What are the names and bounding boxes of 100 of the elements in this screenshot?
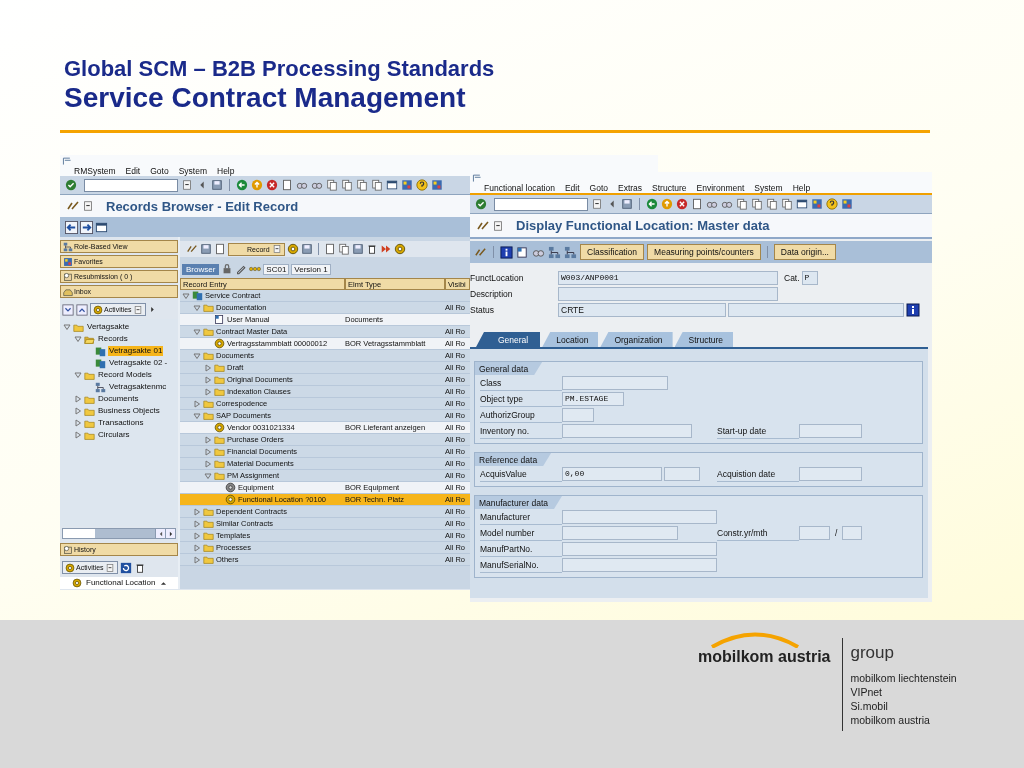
dropdown-icon[interactable] (591, 198, 603, 210)
tree-item[interactable]: Records (97, 334, 129, 344)
page-icon[interactable] (691, 198, 703, 210)
dropdown-icon[interactable] (492, 219, 504, 232)
page-icon[interactable] (323, 243, 336, 255)
gear-icon[interactable] (286, 243, 299, 255)
menu-item[interactable]: Structure (652, 183, 687, 194)
input-field[interactable] (558, 286, 778, 301)
menu-item[interactable]: System (754, 183, 783, 194)
menu-icon[interactable] (472, 173, 482, 183)
gear-icon[interactable] (393, 243, 406, 255)
input-field[interactable] (562, 408, 594, 422)
menu-item[interactable]: System (178, 166, 207, 177)
expander-icon[interactable] (182, 291, 190, 300)
input-field[interactable] (799, 424, 862, 438)
forward-icon[interactable] (379, 243, 392, 255)
expander-icon[interactable] (193, 327, 201, 336)
input-field[interactable] (562, 376, 668, 390)
grid-icon[interactable] (841, 198, 853, 210)
menu-item[interactable]: Help (217, 166, 235, 177)
expander-icon[interactable] (74, 371, 82, 379)
menu-item[interactable]: RMSystem (74, 166, 116, 177)
info-icon[interactable] (500, 245, 513, 259)
expander-icon[interactable] (74, 419, 82, 427)
expand-icon[interactable] (62, 303, 74, 316)
menu-item[interactable]: Extras (618, 183, 643, 194)
tree-item[interactable]: Vetragsaktenmc (108, 382, 168, 392)
menu-item[interactable]: Environment (696, 183, 745, 194)
save-icon[interactable] (351, 243, 364, 255)
expander-icon[interactable] (204, 435, 212, 444)
toolbar-button[interactable]: Measuring points/counters (647, 244, 761, 260)
pencil-icon[interactable] (235, 263, 248, 275)
dropdown-icon[interactable] (181, 179, 193, 191)
input-field[interactable] (728, 302, 904, 317)
input-field[interactable] (562, 542, 717, 556)
grid-icon[interactable] (431, 179, 443, 191)
page-icon[interactable] (281, 179, 293, 191)
help-icon[interactable] (826, 198, 838, 210)
input-field[interactable] (562, 510, 717, 524)
input-field[interactable] (799, 467, 862, 481)
input-field[interactable] (562, 558, 717, 572)
expander-icon[interactable] (204, 375, 212, 384)
pages-icon[interactable] (766, 198, 778, 210)
tab[interactable]: General (476, 332, 541, 347)
window-icon[interactable] (95, 220, 108, 234)
pages-icon[interactable] (781, 198, 793, 210)
expander-icon[interactable] (204, 363, 212, 372)
expander-icon[interactable] (74, 395, 82, 403)
expander-icon[interactable] (193, 555, 201, 564)
expander-icon[interactable] (193, 351, 201, 360)
tree-item[interactable]: Transactions (97, 418, 145, 428)
toolbar-button[interactable]: Classification (580, 244, 645, 260)
expander-icon[interactable] (193, 519, 201, 528)
pages-icon[interactable] (356, 179, 368, 191)
menu-item[interactable]: Goto (589, 183, 608, 194)
pages-icon[interactable] (326, 179, 338, 191)
collapse-icon[interactable] (76, 303, 88, 316)
back-arrow-icon[interactable] (236, 179, 248, 191)
tree-item[interactable]: Circulars (97, 430, 131, 440)
menu-item[interactable]: Functional location (484, 183, 555, 194)
command-field[interactable] (84, 178, 178, 192)
hierarchy-icon[interactable] (548, 245, 561, 259)
input-field[interactable] (842, 526, 863, 540)
tree-item[interactable]: Vetragsakte 01 (108, 346, 164, 356)
tree-item[interactable]: Vetragsakte 02 - (108, 358, 169, 368)
save-icon[interactable] (621, 198, 633, 210)
expander-icon[interactable] (193, 531, 201, 540)
grid-icon[interactable] (401, 179, 413, 191)
page-icon[interactable] (214, 243, 226, 255)
input-field[interactable] (799, 526, 830, 540)
tree-item[interactable]: Business Objects (97, 406, 161, 416)
scrollbar[interactable] (62, 528, 176, 539)
input-field[interactable]: CRTE (558, 302, 726, 317)
toolbar-button[interactable]: Data origin... (773, 244, 836, 260)
expander-icon[interactable] (193, 303, 201, 312)
menu-item[interactable]: Edit (564, 183, 580, 194)
info-icon[interactable] (906, 302, 920, 317)
document-icon[interactable] (516, 245, 529, 259)
back-arrow-icon[interactable] (646, 198, 658, 210)
tab[interactable]: Organization (600, 332, 673, 347)
cancel-icon[interactable] (266, 179, 278, 191)
input-field[interactable] (562, 424, 692, 438)
pages-icon[interactable] (341, 179, 353, 191)
menu-item[interactable]: Edit (125, 166, 141, 177)
tab[interactable]: Structure (674, 332, 734, 347)
view-tab[interactable]: Browser (182, 263, 220, 275)
menu-icon[interactable] (62, 156, 72, 166)
window-icon[interactable] (386, 179, 398, 191)
expander-icon[interactable] (204, 471, 212, 480)
input-field[interactable]: P (801, 270, 818, 285)
check-icon[interactable] (475, 198, 487, 210)
tree-item[interactable]: Vertagsakte (86, 322, 131, 332)
check-icon[interactable] (65, 179, 77, 191)
expander-icon[interactable] (193, 507, 201, 516)
cancel-icon[interactable] (676, 198, 688, 210)
save-icon[interactable] (200, 243, 212, 255)
expander-icon[interactable] (63, 323, 71, 331)
menu-item[interactable]: Goto (150, 166, 169, 177)
tree-item[interactable]: Record Models (97, 370, 153, 380)
grid-icon[interactable] (811, 198, 823, 210)
